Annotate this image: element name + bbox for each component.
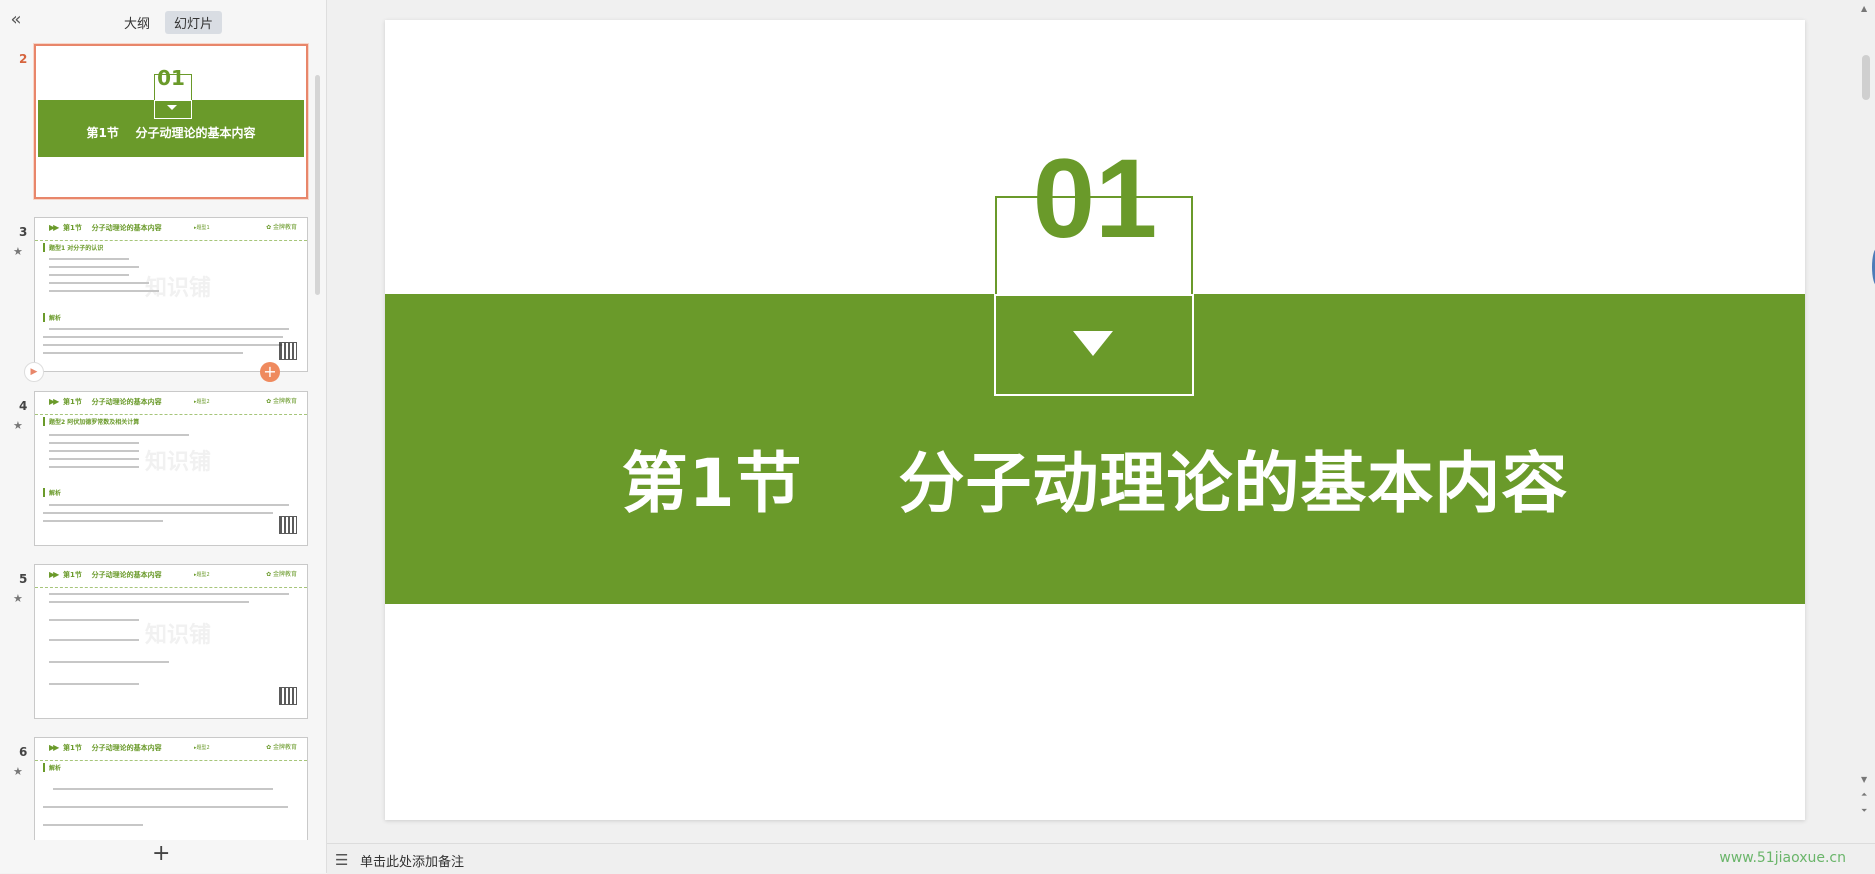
text-line (49, 274, 129, 276)
text-line (53, 788, 273, 790)
slide-number: 5 (19, 572, 28, 586)
scrollbar-thumb[interactable] (1862, 55, 1870, 100)
section-heading: 解析 (43, 488, 61, 497)
text-line (49, 328, 289, 330)
tab-outline[interactable]: 大纲 (115, 11, 159, 34)
text-line (43, 336, 283, 338)
thumb-header: ▶▶ 第1节 分子动理论的基本内容 ▸题型2 ✿ 金牌教育 (35, 392, 307, 415)
thumb-header-title: 第1节 分子动理论的基本内容 (63, 224, 162, 232)
text-line (43, 344, 283, 346)
section-heading: 题型1 对分子的认识 (43, 243, 103, 252)
text-line (49, 290, 159, 292)
thumb-title: 第1节 分子动理论的基本内容 (86, 126, 256, 140)
section-heading: 解析 (43, 763, 61, 772)
view-tabs: 大纲 幻灯片 (115, 11, 223, 34)
thumb-header-title: 第1节 分子动理论的基本内容 (63, 398, 162, 406)
text-line (49, 466, 139, 468)
slide-thumbnail-panel: « 大纲 幻灯片 2 01 第1节 分子动理论的基本内容 3 ★ ▶▶ 第1节 … (0, 0, 327, 873)
text-line (49, 450, 139, 452)
slide-number: 2 (19, 52, 28, 66)
double-arrow-icon: ▶▶ (49, 570, 59, 579)
text-line (49, 282, 149, 284)
thumb-header: ▶▶ 第1节 分子动理论的基本内容 ▸题型2 ✿ 金牌教育 (35, 738, 307, 761)
add-slide-icon[interactable]: + (260, 362, 280, 382)
slide-thumbnail-2[interactable]: 01 第1节 分子动理论的基本内容 (34, 44, 308, 199)
slide-number: 6 (19, 745, 28, 759)
section-heading: 解析 (43, 313, 61, 322)
qr-code-icon (279, 516, 297, 534)
slide-number: 4 (19, 399, 28, 413)
slide-number-heading[interactable]: 01 (385, 143, 1805, 255)
thumb-header: ▶▶ 第1节 分子动理论的基本内容 ▸题型2 ✿ 金牌教育 (35, 565, 307, 588)
double-arrow-icon: ▶▶ (49, 223, 59, 232)
text-line (43, 520, 163, 522)
thumb-tag: ▸题型2 (194, 745, 210, 751)
thumb-header-title: 第1节 分子动理论的基本内容 (63, 571, 162, 579)
qr-code-icon (279, 342, 297, 360)
notes-bar[interactable]: ☰ 单击此处添加备注 www.51jiaoxue.cn (327, 843, 1875, 874)
thumb-watermark: 知识铺 (145, 276, 212, 301)
text-line (49, 639, 139, 641)
thumb-tag: ▸题型2 (194, 572, 210, 578)
slide-number: 3 (19, 225, 28, 239)
text-line (49, 434, 189, 436)
current-slide[interactable]: 01 第1节 分子动理论的基本内容 (385, 20, 1805, 820)
slide-thumbnail-6[interactable]: ▶▶ 第1节 分子动理论的基本内容 ▸题型2 ✿ 金牌教育 解析 (34, 737, 308, 840)
thumb-header-title: 第1节 分子动理论的基本内容 (63, 744, 162, 752)
star-icon: ★ (13, 765, 23, 778)
slide-title[interactable]: 第1节 分子动理论的基本内容 (385, 430, 1805, 526)
star-icon: ★ (13, 419, 23, 432)
text-line (49, 258, 129, 260)
previous-slide-icon[interactable]: ⏶ (1861, 790, 1867, 800)
thumb-header: ▶▶ 第1节 分子动理论的基本内容 ▸题型1 ✿ 金牌教育 (35, 218, 307, 241)
star-icon: ★ (13, 592, 23, 605)
vertical-scrollbar[interactable]: ▲ ▼ ⏶ ⏷ (1857, 0, 1875, 843)
notes-list-icon: ☰ (335, 851, 349, 869)
text-line (43, 352, 243, 354)
triangle-down-icon (1073, 331, 1113, 356)
logo: ✿ 金牌教育 (266, 398, 297, 405)
logo: ✿ 金牌教育 (266, 224, 297, 231)
thumb-tag: ▸题型1 (194, 225, 210, 231)
notes-placeholder[interactable]: 单击此处添加备注 (360, 851, 464, 870)
thumb-tag: ▸题型2 (194, 399, 210, 405)
star-icon: ★ (13, 245, 23, 258)
section-heading: 题型2 阿伏加德罗常数及相关计算 (43, 417, 139, 426)
text-line (49, 619, 139, 621)
plus-icon[interactable]: + (152, 842, 170, 866)
thumb-watermark: 知识铺 (145, 450, 212, 475)
next-slide-icon[interactable]: ⏷ (1861, 806, 1867, 816)
qr-code-icon (279, 687, 297, 705)
text-line (43, 512, 273, 514)
watermark-text: www.51jiaoxue.cn (1719, 850, 1846, 866)
scroll-down-icon[interactable]: ▼ (1861, 775, 1867, 784)
logo: ✿ 金牌教育 (266, 744, 297, 751)
play-icon[interactable]: ▶ (24, 362, 44, 382)
slide-thumbnail-4[interactable]: ▶▶ 第1节 分子动理论的基本内容 ▸题型2 ✿ 金牌教育 知识铺 题型2 阿伏… (34, 391, 308, 546)
scroll-up-icon[interactable]: ▲ (1861, 4, 1867, 13)
slide-thumbnail-3[interactable]: ▶▶ 第1节 分子动理论的基本内容 ▸题型1 ✿ 金牌教育 知识铺 题型1 对分… (34, 217, 308, 372)
text-line (49, 601, 249, 603)
text-line (49, 442, 139, 444)
triangle-down-icon (167, 105, 177, 110)
double-arrow-icon: ▶▶ (49, 743, 59, 752)
logo: ✿ 金牌教育 (266, 571, 297, 578)
thumbnail-list[interactable]: 2 01 第1节 分子动理论的基本内容 3 ★ ▶▶ 第1节 分子动理论的基本内… (0, 40, 326, 840)
text-line (49, 504, 289, 506)
text-line (49, 593, 289, 595)
thumbnail-scrollbar[interactable] (315, 75, 320, 295)
double-arrow-icon: ▶▶ (49, 397, 59, 406)
text-line (43, 806, 288, 808)
text-line (49, 661, 169, 663)
slide-thumbnail-5[interactable]: ▶▶ 第1节 分子动理论的基本内容 ▸题型2 ✿ 金牌教育 知识铺 (34, 564, 308, 719)
text-line (43, 824, 143, 826)
double-chevron-left-icon[interactable]: « (6, 10, 26, 30)
text-line (49, 683, 139, 685)
text-line (49, 266, 139, 268)
text-line (49, 458, 139, 460)
thumb-big-number: 01 (157, 66, 185, 90)
tab-slides[interactable]: 幻灯片 (165, 11, 223, 34)
thumb-watermark: 知识铺 (145, 623, 212, 648)
slide-editing-area: 01 第1节 分子动理论的基本内容 ▲ ▼ ⏶ ⏷ (327, 0, 1875, 843)
